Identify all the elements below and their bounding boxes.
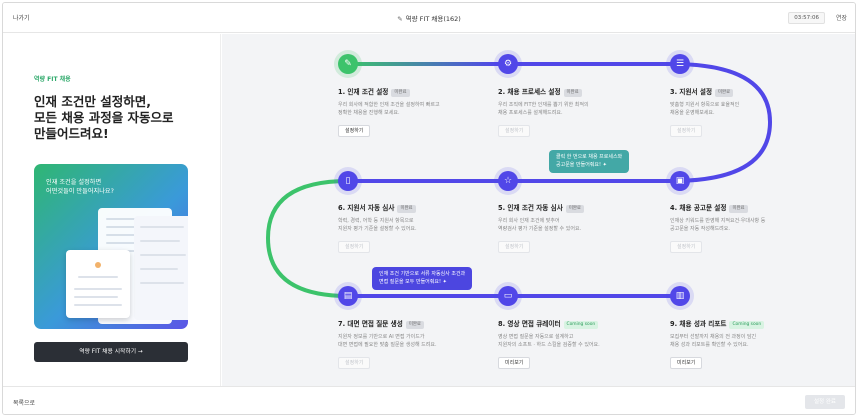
status-badge: Coming soon — [563, 321, 599, 329]
status-badge: 미완료 — [729, 205, 748, 213]
intro-panel: 역량 FIT 채용 인재 조건만 설정하면, 모든 채용 과정을 자동으로 만들… — [3, 34, 221, 386]
status-badge: Coming soon — [729, 321, 765, 329]
step4-setup-button[interactable]: 설정하기 — [670, 241, 703, 253]
step3-setup-button[interactable]: 설정하기 — [670, 125, 703, 137]
status-badge: 미완료 — [391, 89, 410, 97]
step7-setup-button[interactable]: 설정하기 — [338, 357, 371, 369]
step-description: 학력, 경력, 어학 등 지원서 항목으로 지원자 평가 기준을 설정할 수 있… — [338, 218, 417, 232]
step6-node: ▯ — [338, 171, 358, 191]
step-description: 맞춤형 지원서 항목으로 효율적인 채용을 운영해보세요. — [670, 102, 740, 116]
step-title: 2. 채용 프로세스 설정 미완료 — [498, 86, 648, 97]
step-card-7: 7. 대면 면접 질문 생성 미완료 지원자 정보를 기반으로 AI 면접 가이드… — [338, 318, 488, 369]
document-icon: ☰ — [675, 59, 685, 69]
step-description: 우리 회사 인재 조건에 맞추어 역량검사 평가 기준을 설정할 수 있어요. — [498, 218, 582, 232]
interview-icon: ▤ — [343, 291, 353, 301]
session-timer: 03:57:06 — [788, 12, 825, 24]
step-title: 5. 인재 조건 자동 심사 미완료 — [498, 202, 648, 213]
step3-node: ☰ — [670, 54, 690, 74]
step9-preview-button[interactable]: 미리보기 — [670, 357, 703, 369]
step5-node: ☆ — [498, 171, 518, 191]
clipboard-icon: ▥ — [675, 291, 685, 301]
step-title: 4. 채용 공고문 설정 미완료 — [670, 202, 820, 213]
star-icon: ☆ — [503, 176, 513, 186]
status-badge: 미완료 — [405, 321, 424, 329]
step-card-4: 4. 채용 공고문 설정 미완료 인재상 키워드를 반영해 지적요건·우대사항 등… — [670, 202, 820, 253]
back-to-list-button[interactable]: 목록으로 — [13, 398, 35, 407]
step9-node: ▥ — [670, 286, 690, 306]
step7-node: ▤ — [338, 286, 358, 306]
step-title: 8. 영상 면접 큐레이터 Coming soon — [498, 318, 648, 329]
promo-mockup-list — [134, 216, 188, 320]
step5-setup-button[interactable]: 설정하기 — [498, 241, 531, 253]
step2-node: ⚙ — [498, 54, 518, 74]
intro-subtitle: 역량 FIT 채용 — [34, 76, 71, 83]
step8-preview-button[interactable]: 미리보기 — [498, 357, 531, 369]
step-card-3: 3. 지원서 설정 미완료 맞춤형 지원서 항목으로 효율적인 채용을 운영해보세… — [670, 86, 820, 137]
promo-text: 인재 조건을 설정하면 어떤것들이 만들어지나요? — [46, 179, 114, 195]
step-card-2: 2. 채용 프로세스 설정 미완료 우리 조직에 FIT한 인재를 뽑기 위한 최… — [498, 86, 648, 137]
finish-setup-button[interactable]: 설정 완료 — [805, 395, 845, 409]
step-card-9: 9. 채용 성과 리포트 Coming soon 모집부터 선발까지 채용의 전 … — [670, 318, 820, 369]
promo-mockup-card — [66, 250, 130, 318]
intro-headline: 인재 조건만 설정하면, 모든 채용 과정을 자동으로 만들어드려요! — [34, 94, 174, 141]
step1-node: ✎ — [338, 54, 358, 74]
page-title-text: 역량 FIT 채용(162) — [405, 15, 461, 23]
step-card-8: 8. 영상 면접 큐레이터 Coming soon 영상 면접 질문을 자동으로 … — [498, 318, 648, 369]
start-fit-hiring-button[interactable]: 역량 FIT 채용 시작하기 → — [34, 342, 188, 362]
step-title: 7. 대면 면접 질문 생성 미완료 — [338, 318, 488, 329]
step2-setup-button[interactable]: 설정하기 — [498, 125, 531, 137]
bookmark-icon: ▯ — [345, 176, 351, 186]
top-bar: 나가기 ✎ 역량 FIT 채용(162) 03:57:06 연장 — [3, 3, 855, 33]
step8-node: ▭ — [498, 286, 518, 306]
step-description: 영상 면접 질문을 자동으로 설계하고 지원자의 소프트 · 하드 스킬을 검증… — [498, 334, 600, 348]
monitor-icon: ▭ — [503, 291, 513, 301]
step-title: 1. 인재 조건 설정 미완료 — [338, 86, 488, 97]
workflow-path-left-curve — [265, 179, 349, 298]
step-title: 3. 지원서 설정 미완료 — [670, 86, 820, 97]
step-description: 우리 회사에 적합한 인재 조건을 설정하여 빠르고 정확한 채용을 진행해 보… — [338, 102, 440, 116]
step6-setup-button[interactable]: 설정하기 — [338, 241, 371, 253]
step-title: 9. 채용 성과 리포트 Coming soon — [670, 318, 820, 329]
pencil-icon: ✎ — [344, 59, 352, 69]
status-badge: 미완료 — [565, 205, 584, 213]
process-tip-bubble: 클릭 한 번으로 채용 프로세스와 공고문을 만들어줘요! ✦ — [549, 150, 630, 173]
step-title: 6. 지원서 자동 심사 미완료 — [338, 202, 488, 213]
step-card-5: 5. 인재 조건 자동 심사 미완료 우리 회사 인재 조건에 맞추어 역량검사 … — [498, 202, 648, 253]
process-icon: ⚙ — [503, 59, 513, 69]
extend-button[interactable]: 연장 — [836, 13, 847, 22]
step4-node: ▣ — [670, 171, 690, 191]
app-window: 나가기 ✎ 역량 FIT 채용(162) 03:57:06 연장 역량 FIT 채… — [2, 2, 856, 415]
status-badge: 미완료 — [563, 89, 582, 97]
bottom-bar: 목록으로 설정 완료 — [3, 386, 855, 414]
edit-pencil-icon[interactable]: ✎ — [397, 15, 402, 23]
page-title: ✎ 역량 FIT 채용(162) — [3, 13, 855, 23]
status-badge: 미완료 — [397, 205, 416, 213]
step-description: 모집부터 선발까지 채용의 전 과정이 담긴 채용 성과 리포트를 확인할 수 … — [670, 334, 757, 348]
screening-tip-bubble: 인재 조건 기반으로 서류 자동심사 조건과 면접 질문을 모두 만들어줘요! … — [372, 267, 473, 290]
step-description: 인재상 키워드를 반영해 지적요건·우대사항 등 공고문을 자동 작성해드려요. — [670, 218, 766, 232]
promo-card: 인재 조건을 설정하면 어떤것들이 만들어지나요? — [34, 164, 188, 329]
workflow-area: ✎ ⚙ ☰ ▯ ☆ ▣ ▤ ▭ ▥ 1. 인재 조건 설정 미완료 우리 회사에 … — [222, 34, 855, 386]
step-description: 우리 조직에 FIT한 인재를 뽑기 위한 최적의 채용 프로세스를 설계해드려… — [498, 102, 589, 116]
step-description: 지원자 정보를 기반으로 AI 면접 가이드가 대면 면접에 필요한 맞춤 질문… — [338, 334, 437, 348]
briefcase-icon: ▣ — [675, 176, 685, 186]
step1-setup-button[interactable]: 설정하기 — [338, 125, 371, 137]
step-card-1: 1. 인재 조건 설정 미완료 우리 회사에 적합한 인재 조건을 설정하여 빠르… — [338, 86, 488, 137]
step-card-6: 6. 지원서 자동 심사 미완료 학력, 경력, 어학 등 지원서 항목으로 지원… — [338, 202, 488, 253]
status-badge: 미완료 — [715, 89, 734, 97]
